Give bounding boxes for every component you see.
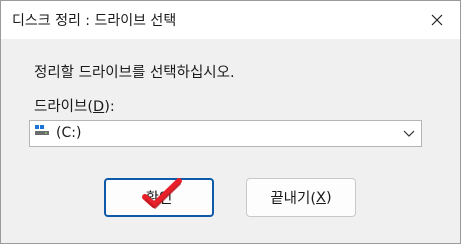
- drive-select-value: (C:): [56, 125, 82, 141]
- disk-cleanup-drive-selection-dialog: 디스크 정리 : 드라이브 선택 정리할 드라이브를 선택하십시오. 드라이브(…: [0, 0, 461, 244]
- exit-button[interactable]: 끝내기(X): [246, 178, 356, 217]
- close-button[interactable]: [414, 1, 460, 39]
- exit-button-label-suffix: ): [325, 189, 332, 206]
- instruction-text: 정리할 드라이브를 선택하십시오.: [34, 65, 235, 81]
- ok-button[interactable]: 확인: [104, 178, 214, 217]
- drive-icon: [35, 125, 49, 135]
- window-title: 디스크 정리 : 드라이브 선택: [12, 13, 177, 29]
- drive-label-prefix: 드라이브(: [34, 99, 94, 115]
- close-icon: [431, 14, 443, 26]
- exit-button-accelerator: X: [316, 189, 326, 206]
- ok-button-label: 확인: [145, 191, 173, 207]
- chevron-down-icon: [403, 130, 415, 137]
- drive-label: 드라이브(D):: [34, 95, 115, 116]
- drive-label-suffix: ):: [104, 99, 115, 115]
- title-bar: 디스크 정리 : 드라이브 선택: [1, 1, 460, 39]
- dialog-content: 정리할 드라이브를 선택하십시오. 드라이브(D): (C:) 확인 끝내기(X…: [1, 39, 460, 243]
- drive-label-accelerator: D: [93, 99, 105, 115]
- drive-select[interactable]: (C:): [29, 120, 422, 147]
- exit-button-label-prefix: 끝내기(: [270, 191, 317, 207]
